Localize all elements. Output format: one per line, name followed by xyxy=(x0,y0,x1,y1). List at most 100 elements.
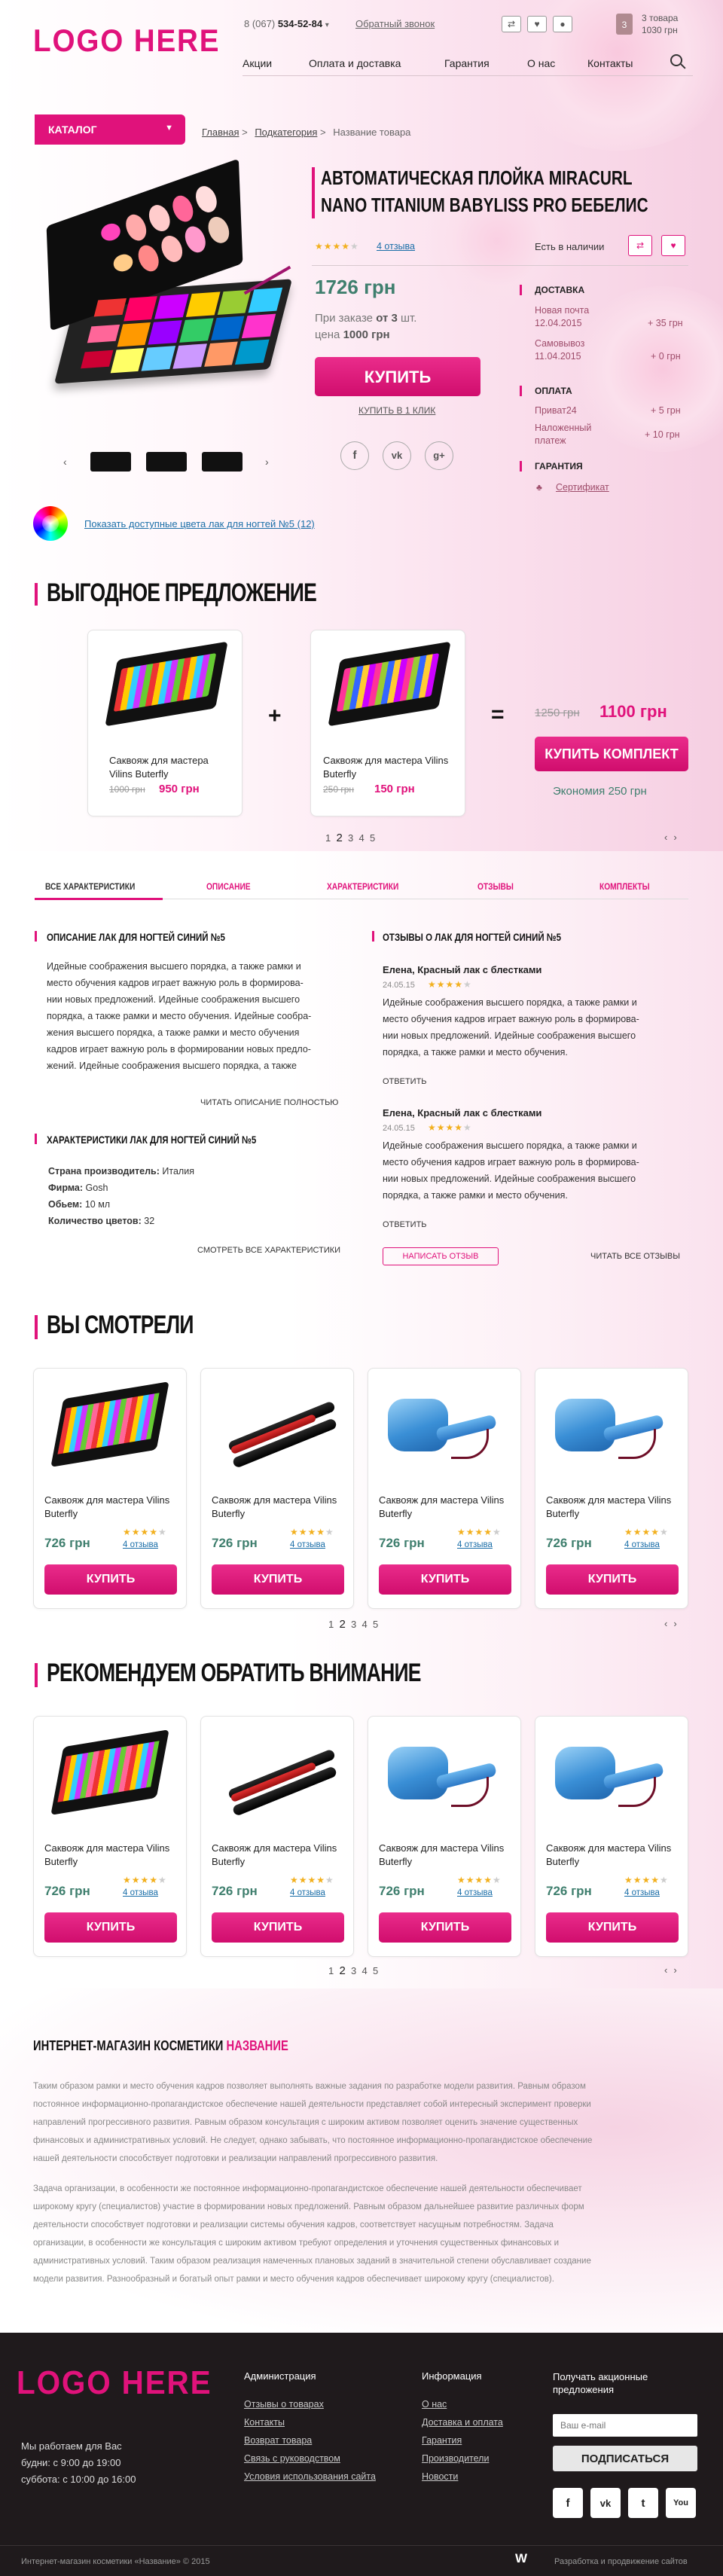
recommended-pager-arrows[interactable]: ‹› xyxy=(664,1964,683,1976)
product-reviews-link[interactable]: 4 отзыва xyxy=(624,1888,660,1897)
product-name[interactable]: Саквояж для мастера Vilins Buterfly xyxy=(212,1494,344,1521)
page-2[interactable]: 2 xyxy=(336,832,342,844)
user-icon[interactable]: ● xyxy=(553,16,572,32)
cart-summary[interactable]: 3 товара 1030 грн xyxy=(642,12,678,36)
product-reviews-link[interactable]: 4 отзыва xyxy=(290,1888,325,1897)
page-4[interactable]: 4 xyxy=(362,1965,368,1976)
read-description-link[interactable]: ЧИТАТЬ ОПИСАНИЕ ПОЛНОСТЬЮ xyxy=(200,1098,338,1107)
product-reviews-link[interactable]: 4 отзыва xyxy=(123,1888,158,1897)
reply-link[interactable]: ОТВЕТИТЬ xyxy=(383,1077,427,1086)
product-buy-button[interactable]: КУПИТЬ xyxy=(44,1912,177,1943)
breadcrumb-subcategory[interactable]: Подкатегория xyxy=(255,127,317,138)
product-buy-button[interactable]: КУПИТЬ xyxy=(44,1564,177,1595)
developer-link[interactable]: Разработка и продвижение сайтов xyxy=(554,2557,688,2566)
footer-link[interactable]: Доставка и оплата xyxy=(422,2417,503,2428)
product-buy-button[interactable]: КУПИТЬ xyxy=(379,1564,511,1595)
product-card[interactable]: Саквояж для мастера Vilins Buterfly ★★★★… xyxy=(368,1368,521,1609)
page-4[interactable]: 4 xyxy=(362,1619,368,1630)
page-2[interactable]: 2 xyxy=(339,1618,345,1631)
product-card[interactable]: Саквояж для мастера Vilins Buterfly ★★★★… xyxy=(368,1716,521,1957)
product-name[interactable]: Саквояж для мастера Vilins Buterfly xyxy=(44,1494,177,1521)
googleplus-share-icon[interactable]: g+ xyxy=(425,441,453,470)
email-input[interactable] xyxy=(553,2414,697,2437)
nav-about[interactable]: О нас xyxy=(527,57,555,69)
product-buy-button[interactable]: КУПИТЬ xyxy=(212,1912,344,1943)
tab-all-specs[interactable]: ВСЕ ХАРАКТЕРИСТИКИ xyxy=(45,881,135,892)
buy-button[interactable]: КУПИТЬ xyxy=(315,357,480,396)
footer-link[interactable]: Связь с руководством xyxy=(244,2453,340,2464)
certificate-link[interactable]: Сертификат xyxy=(556,482,609,493)
product-name[interactable]: Саквояж для мастера Vilins Buterfly xyxy=(44,1842,177,1869)
write-review-button[interactable]: НАПИСАТЬ ОТЗЫВ xyxy=(383,1247,499,1265)
twitter-icon[interactable]: t xyxy=(628,2488,658,2518)
footer-link[interactable]: Производители xyxy=(422,2453,489,2464)
footer-link[interactable]: Контакты xyxy=(244,2417,285,2428)
tab-description[interactable]: ОПИСАНИЕ xyxy=(206,881,251,892)
product-reviews-link[interactable]: 4 отзыва xyxy=(290,1540,325,1549)
page-1[interactable]: 1 xyxy=(328,1965,334,1976)
footer-link[interactable]: Гарантия xyxy=(422,2435,462,2446)
page-3[interactable]: 3 xyxy=(351,1619,356,1630)
product-name[interactable]: Саквояж для мастера Vilins Buterfly xyxy=(379,1494,511,1521)
product-card[interactable]: Саквояж для мастера Vilins Buterfly ★★★★… xyxy=(33,1716,187,1957)
vk-icon[interactable]: vk xyxy=(590,2488,621,2518)
page-3[interactable]: 3 xyxy=(351,1965,356,1976)
product-name[interactable]: Саквояж для мастера Vilins Buterfly xyxy=(212,1842,344,1869)
footer-link[interactable]: О нас xyxy=(422,2399,447,2410)
product-buy-button[interactable]: КУПИТЬ xyxy=(546,1912,679,1943)
product-image[interactable] xyxy=(38,158,294,422)
product-card[interactable]: Саквояж для мастера Vilins Buterfly ★★★★… xyxy=(535,1368,688,1609)
bundle-item-card[interactable]: Саквояж для мастера Vilins Buterfly 250 … xyxy=(310,630,465,816)
product-name[interactable]: Саквояж для мастера Vilins Buterfly xyxy=(546,1842,679,1869)
facebook-share-icon[interactable]: f xyxy=(340,441,369,470)
youtube-icon[interactable]: You xyxy=(666,2488,696,2518)
cart-icon[interactable]: 3 xyxy=(616,14,633,35)
tab-bundles[interactable]: КОМПЛЕКТЫ xyxy=(599,881,650,892)
heart-icon[interactable]: ♥ xyxy=(661,235,685,256)
all-specs-link[interactable]: СМОТРЕТЬ ВСЕ ХАРАКТЕРИСТИКИ xyxy=(197,1246,340,1255)
page-5[interactable]: 5 xyxy=(370,832,375,844)
reviews-link[interactable]: 4 отзыва xyxy=(377,241,415,252)
colors-link[interactable]: Показать доступные цвета лак для ногтей … xyxy=(84,518,315,530)
nav-contacts[interactable]: Контакты xyxy=(587,57,633,69)
footer-link[interactable]: Условия использования сайта xyxy=(244,2471,380,2482)
buy-bundle-button[interactable]: КУПИТЬ КОМПЛЕКТ xyxy=(535,737,688,771)
phone[interactable]: 8 (067) 534-52-84 ▾ xyxy=(244,18,329,29)
thumbnail[interactable] xyxy=(146,452,187,472)
page-2[interactable]: 2 xyxy=(339,1964,345,1977)
callback-link[interactable]: Обратный звонок xyxy=(355,18,435,29)
page-5[interactable]: 5 xyxy=(373,1619,378,1630)
developer-logo-icon[interactable]: W xyxy=(515,2551,527,2566)
page-1[interactable]: 1 xyxy=(328,1619,334,1630)
product-name[interactable]: Саквояж для мастера Vilins Buterfly xyxy=(379,1842,511,1869)
logo[interactable]: LOGO HERE xyxy=(33,23,220,59)
product-buy-button[interactable]: КУПИТЬ xyxy=(546,1564,679,1595)
facebook-icon[interactable]: f xyxy=(553,2488,583,2518)
product-reviews-link[interactable]: 4 отзыва xyxy=(123,1540,158,1549)
nav-payment-delivery[interactable]: Оплата и доставка xyxy=(309,57,401,69)
product-buy-button[interactable]: КУПИТЬ xyxy=(212,1564,344,1595)
bundle-pager-arrows[interactable]: ‹› xyxy=(664,832,683,843)
page-4[interactable]: 4 xyxy=(359,832,365,844)
product-reviews-link[interactable]: 4 отзыва xyxy=(457,1888,493,1897)
nav-guarantee[interactable]: Гарантия xyxy=(444,57,490,69)
footer-link[interactable]: Отзывы о товарах xyxy=(244,2399,324,2410)
viewed-pager-arrows[interactable]: ‹› xyxy=(664,1618,683,1629)
breadcrumb-home[interactable]: Главная xyxy=(202,127,239,138)
footer-link[interactable]: Возврат товара xyxy=(244,2435,312,2446)
nav-promotions[interactable]: Акции xyxy=(243,57,272,69)
read-all-reviews-link[interactable]: ЧИТАТЬ ВСЕ ОТЗЫВЫ xyxy=(590,1252,680,1261)
footer-logo[interactable]: LOGO HERE xyxy=(17,2364,212,2402)
one-click-buy-link[interactable]: КУПИТЬ В 1 КЛИК xyxy=(358,405,435,416)
product-card[interactable]: Саквояж для мастера Vilins Buterfly ★★★★… xyxy=(200,1716,354,1957)
compare-icon[interactable]: ⇄ xyxy=(502,16,521,32)
product-reviews-link[interactable]: 4 отзыва xyxy=(624,1540,660,1549)
compare-icon[interactable]: ⇄ xyxy=(628,235,652,256)
product-card[interactable]: Саквояж для мастера Vilins Buterfly ★★★★… xyxy=(200,1368,354,1609)
thumb-next-arrow[interactable]: › xyxy=(265,456,269,468)
product-reviews-link[interactable]: 4 отзыва xyxy=(457,1540,493,1549)
thumbnail[interactable] xyxy=(90,452,131,472)
vk-share-icon[interactable]: vk xyxy=(383,441,411,470)
subscribe-button[interactable]: ПОДПИСАТЬСЯ xyxy=(553,2446,697,2471)
thumb-prev-arrow[interactable]: ‹ xyxy=(63,456,67,468)
